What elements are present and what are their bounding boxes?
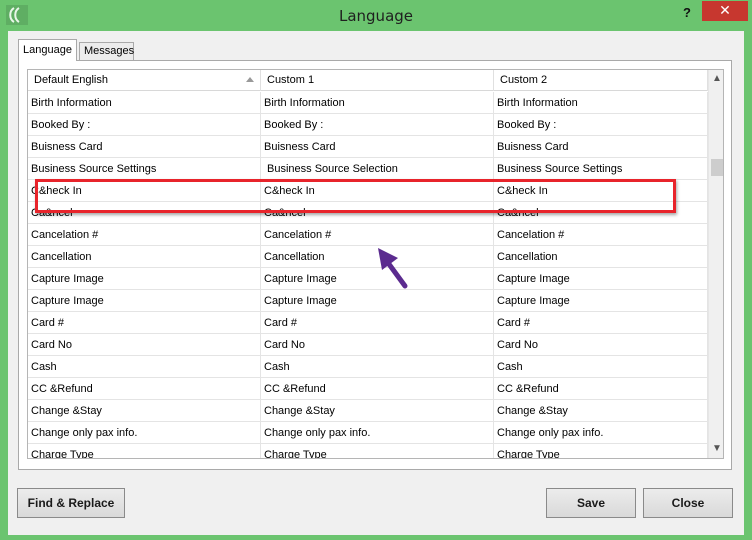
cell-custom-2[interactable]: Ca&ncel [494, 202, 708, 224]
table-row[interactable]: Change &Stay Change &Stay Change &Stay [28, 400, 708, 422]
cell-default-english[interactable]: Capture Image [28, 268, 261, 290]
cell-custom-1[interactable]: Ca&ncel [261, 202, 494, 224]
cell-default-english[interactable]: Change &Stay [28, 400, 261, 422]
cell-custom-2[interactable]: Birth Information [494, 92, 708, 114]
cell-custom-1[interactable]: Card # [261, 312, 494, 334]
table-row[interactable]: Booked By : Booked By : Booked By : [28, 114, 708, 136]
cell-custom-2[interactable]: Change only pax info. [494, 422, 708, 444]
table-row[interactable]: Change only pax info. Change only pax in… [28, 422, 708, 444]
cell-default-english[interactable]: Business Source Settings [28, 158, 261, 180]
cell-custom-1[interactable]: Birth Information [261, 92, 494, 114]
column-header-custom-1[interactable]: Custom 1 [261, 70, 494, 91]
scroll-down-arrow-icon[interactable]: ▼ [709, 441, 723, 457]
cell-custom-1[interactable]: Business Source Selection [261, 158, 494, 180]
cell-default-english[interactable]: Booked By : [28, 114, 261, 136]
title-bar[interactable]: Language ? ✕ [0, 0, 752, 31]
table-row[interactable]: Card # Card # Card # [28, 312, 708, 334]
cell-default-english[interactable]: CC &Refund [28, 378, 261, 400]
column-header-custom-2[interactable]: Custom 2 [494, 70, 708, 91]
cell-custom-1[interactable]: Change only pax info. [261, 422, 494, 444]
cell-custom-2[interactable]: C&heck In [494, 180, 708, 202]
table-row[interactable]: C&heck In C&heck In C&heck In [28, 180, 708, 202]
table-row[interactable]: Cancellation Cancellation Cancellation [28, 246, 708, 268]
cell-custom-2[interactable]: Card # [494, 312, 708, 334]
cell-custom-2[interactable]: Cancelation # [494, 224, 708, 246]
cell-custom-1[interactable]: C&heck In [261, 180, 494, 202]
cell-custom-1[interactable]: CC &Refund [261, 378, 494, 400]
grid-header: Default English Custom 1 Custom 2 [28, 70, 708, 91]
table-row[interactable]: Ca&ncel Ca&ncel Ca&ncel [28, 202, 708, 224]
cell-default-english[interactable]: Card # [28, 312, 261, 334]
cell-default-english[interactable]: Birth Information [28, 92, 261, 114]
cell-default-english[interactable]: Change only pax info. [28, 422, 261, 444]
cell-custom-2[interactable]: Buisness Card [494, 136, 708, 158]
cell-custom-2[interactable]: Change &Stay [494, 400, 708, 422]
cell-custom-1[interactable]: Booked By : [261, 114, 494, 136]
cell-custom-1[interactable]: Card No [261, 334, 494, 356]
cell-default-english[interactable]: Charge Type [28, 444, 261, 458]
cell-custom-2[interactable]: Business Source Settings [494, 158, 708, 180]
table-row[interactable]: Business Source Settings Business Source… [28, 158, 708, 180]
vertical-scrollbar[interactable]: ▲ ▼ [708, 70, 723, 458]
table-row[interactable]: Buisness Card Buisness Card Buisness Car… [28, 136, 708, 158]
table-row[interactable]: Card No Card No Card No [28, 334, 708, 356]
cell-custom-2[interactable]: Capture Image [494, 290, 708, 312]
cell-custom-1[interactable]: Change &Stay [261, 400, 494, 422]
table-row[interactable]: Cash Cash Cash [28, 356, 708, 378]
language-grid: Default English Custom 1 Custom 2 Birth … [27, 69, 724, 459]
cell-custom-2[interactable]: Cash [494, 356, 708, 378]
table-row[interactable]: Charge Type Charge Type Charge Type [28, 444, 708, 458]
cell-default-english[interactable]: Buisness Card [28, 136, 261, 158]
table-row[interactable]: Cancelation # Cancelation # Cancelation … [28, 224, 708, 246]
cell-custom-2[interactable]: Booked By : [494, 114, 708, 136]
cell-default-english[interactable]: Card No [28, 334, 261, 356]
cell-default-english[interactable]: Ca&ncel [28, 202, 261, 224]
help-button[interactable]: ? [676, 3, 698, 23]
cell-custom-2[interactable]: Card No [494, 334, 708, 356]
table-row[interactable]: CC &Refund CC &Refund CC &Refund [28, 378, 708, 400]
scrollbar-thumb[interactable] [711, 159, 723, 176]
tab-messages[interactable]: Messages [79, 42, 134, 61]
save-button[interactable]: Save [546, 488, 636, 518]
table-row[interactable]: Capture Image Capture Image Capture Imag… [28, 268, 708, 290]
tab-language[interactable]: Language [18, 39, 77, 61]
cell-custom-2[interactable]: Cancellation [494, 246, 708, 268]
column-header-label: Default English [34, 74, 108, 86]
cell-default-english[interactable]: C&heck In [28, 180, 261, 202]
cell-default-english[interactable]: Cancellation [28, 246, 261, 268]
find-replace-button[interactable]: Find & Replace [17, 488, 125, 518]
cell-custom-2[interactable]: CC &Refund [494, 378, 708, 400]
scroll-up-arrow-icon[interactable]: ▲ [709, 71, 723, 87]
client-area: Language Messages Default English Custom… [8, 31, 744, 535]
table-row[interactable]: Birth Information Birth Information Birt… [28, 92, 708, 114]
cell-default-english[interactable]: Cancelation # [28, 224, 261, 246]
language-window: Language ? ✕ Language Messages Default E… [0, 0, 752, 540]
close-button[interactable]: Close [643, 488, 733, 518]
language-tab-panel: Default English Custom 1 Custom 2 Birth … [18, 60, 732, 470]
cell-custom-1[interactable]: Cancelation # [261, 224, 494, 246]
cell-custom-1[interactable]: Capture Image [261, 290, 494, 312]
cell-custom-2[interactable]: Charge Type [494, 444, 708, 458]
cell-custom-2[interactable]: Capture Image [494, 268, 708, 290]
cell-default-english[interactable]: Cash [28, 356, 261, 378]
cell-custom-1[interactable]: Capture Image [261, 268, 494, 290]
sort-ascending-icon [246, 77, 254, 82]
cell-custom-1[interactable]: Cash [261, 356, 494, 378]
window-title: Language [338, 7, 414, 25]
cell-custom-1[interactable]: Cancellation [261, 246, 494, 268]
cell-default-english[interactable]: Capture Image [28, 290, 261, 312]
window-close-button[interactable]: ✕ [702, 1, 748, 21]
cell-custom-1[interactable]: Charge Type [261, 444, 494, 458]
cell-custom-1[interactable]: Buisness Card [261, 136, 494, 158]
table-row[interactable]: Capture Image Capture Image Capture Imag… [28, 290, 708, 312]
column-header-default-english[interactable]: Default English [28, 70, 261, 91]
